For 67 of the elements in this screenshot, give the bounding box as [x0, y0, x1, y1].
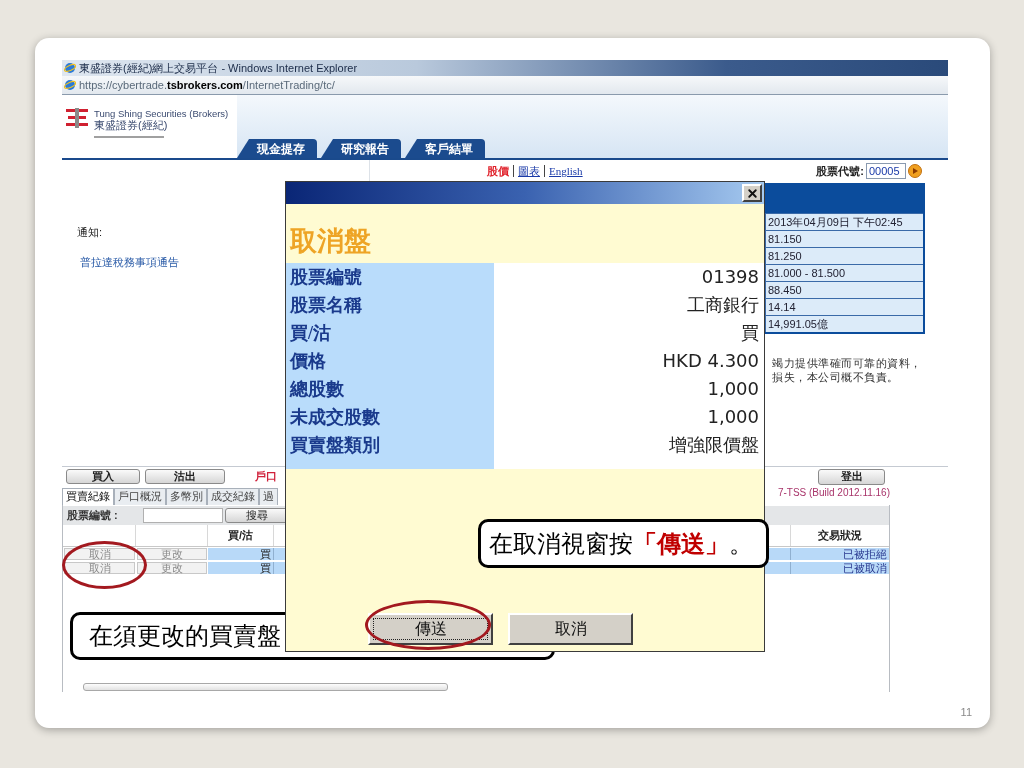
- nav-tab[interactable]: 客戶結單: [405, 139, 485, 158]
- field-label: 買/沽: [289, 322, 332, 344]
- field-label: 買賣盤類別: [289, 434, 381, 456]
- field-value: 增強限價盤: [668, 434, 760, 456]
- status-cell: 已被拒絕: [791, 548, 889, 560]
- table-cell: 買: [208, 562, 274, 574]
- order-button[interactable]: 沽出: [145, 469, 225, 484]
- order-button[interactable]: 買入: [66, 469, 140, 484]
- notice-label: 通知:: [77, 226, 103, 239]
- section-title: 戶口: [255, 469, 277, 485]
- app-icon: [64, 62, 76, 74]
- company-name: Tung Shing Securities (Brokers): [94, 108, 229, 119]
- close-icon: [745, 186, 759, 200]
- quote-value: 14,991.05億: [765, 315, 923, 332]
- quote-value: 81.150: [765, 230, 923, 247]
- dialog-title: 取消盤: [290, 225, 371, 257]
- go-icon[interactable]: [908, 164, 922, 178]
- logo-icon: [66, 108, 88, 128]
- field-value: 工商銀行: [686, 294, 760, 316]
- stock-code-label: 股票代號:: [816, 163, 864, 179]
- quote-link[interactable]: English: [544, 165, 587, 177]
- close-button[interactable]: [742, 184, 762, 202]
- disclaimer-line: 損失，本公司概不負責。: [772, 370, 899, 384]
- column-header: 交易狀況: [818, 528, 862, 544]
- column-header: 買/沽: [227, 528, 254, 544]
- quote-value: 81.250: [765, 247, 923, 264]
- stock-code-field[interactable]: 00005: [866, 163, 906, 179]
- disclaimer-line: 竭力提供準確而可靠的資料，: [772, 356, 922, 370]
- page-icon: [64, 79, 76, 91]
- logout-button[interactable]: 登出: [818, 468, 885, 485]
- quote-value: 88.450: [765, 281, 923, 298]
- field-label: 未成交股數: [289, 406, 381, 428]
- order-tab[interactable]: 成交紀錄: [207, 488, 259, 505]
- field-label: 總股數: [288, 378, 345, 400]
- build-version: 7-TSS (Build 2012.11.16): [777, 486, 890, 500]
- quote-value: 14.14: [765, 298, 923, 315]
- quote-value: 81.000 - 81.500: [765, 264, 923, 281]
- order-tab[interactable]: 買賣紀錄: [62, 488, 114, 505]
- dialog-button[interactable]: 傳送: [368, 613, 493, 645]
- order-tab[interactable]: 過: [259, 488, 278, 505]
- field-label: 價格: [288, 350, 327, 372]
- callout: 在取消視窗按「傳送」。: [478, 519, 769, 568]
- page-number: 11: [960, 706, 972, 719]
- dialog-button[interactable]: 取消: [508, 613, 633, 645]
- field-label: 股票編號: [289, 266, 363, 288]
- scrollbar-thumb[interactable]: [83, 683, 448, 691]
- field-value: 買: [740, 322, 760, 344]
- nav-tab[interactable]: 研究報告: [321, 139, 401, 158]
- status-cell: 已被取消: [791, 562, 889, 574]
- field-label: 股票名稱: [289, 294, 363, 316]
- quote-link[interactable]: 圖表: [513, 165, 544, 177]
- quote-link[interactable]: 股價: [483, 165, 513, 177]
- quote-value: 2013年04月09日 下午02:45: [765, 213, 923, 230]
- search-field[interactable]: [143, 508, 223, 523]
- order-tab[interactable]: 多幣別: [166, 488, 207, 505]
- search-label: 股票編號 :: [66, 508, 119, 524]
- notice-link[interactable]: 普拉達稅務事項通告: [80, 256, 179, 269]
- window-title: 東盛證券(經紀)網上交易平台 - Windows Internet Explorer: [79, 61, 358, 75]
- nav-tab[interactable]: 現金提存: [237, 139, 317, 158]
- field-value: 1,000: [706, 378, 760, 400]
- address-bar[interactable]: https://cybertrade.tsbrokers.com/InternetTrading/tc/: [62, 76, 948, 95]
- field-value: HKD 4.300: [661, 350, 760, 372]
- table-cell: 買: [208, 548, 274, 560]
- field-value: 01398: [700, 266, 760, 288]
- order-tab[interactable]: 戶口概況: [114, 488, 166, 505]
- company-name: 東盛證券(經紀): [94, 119, 168, 132]
- field-value: 1,000: [706, 406, 760, 428]
